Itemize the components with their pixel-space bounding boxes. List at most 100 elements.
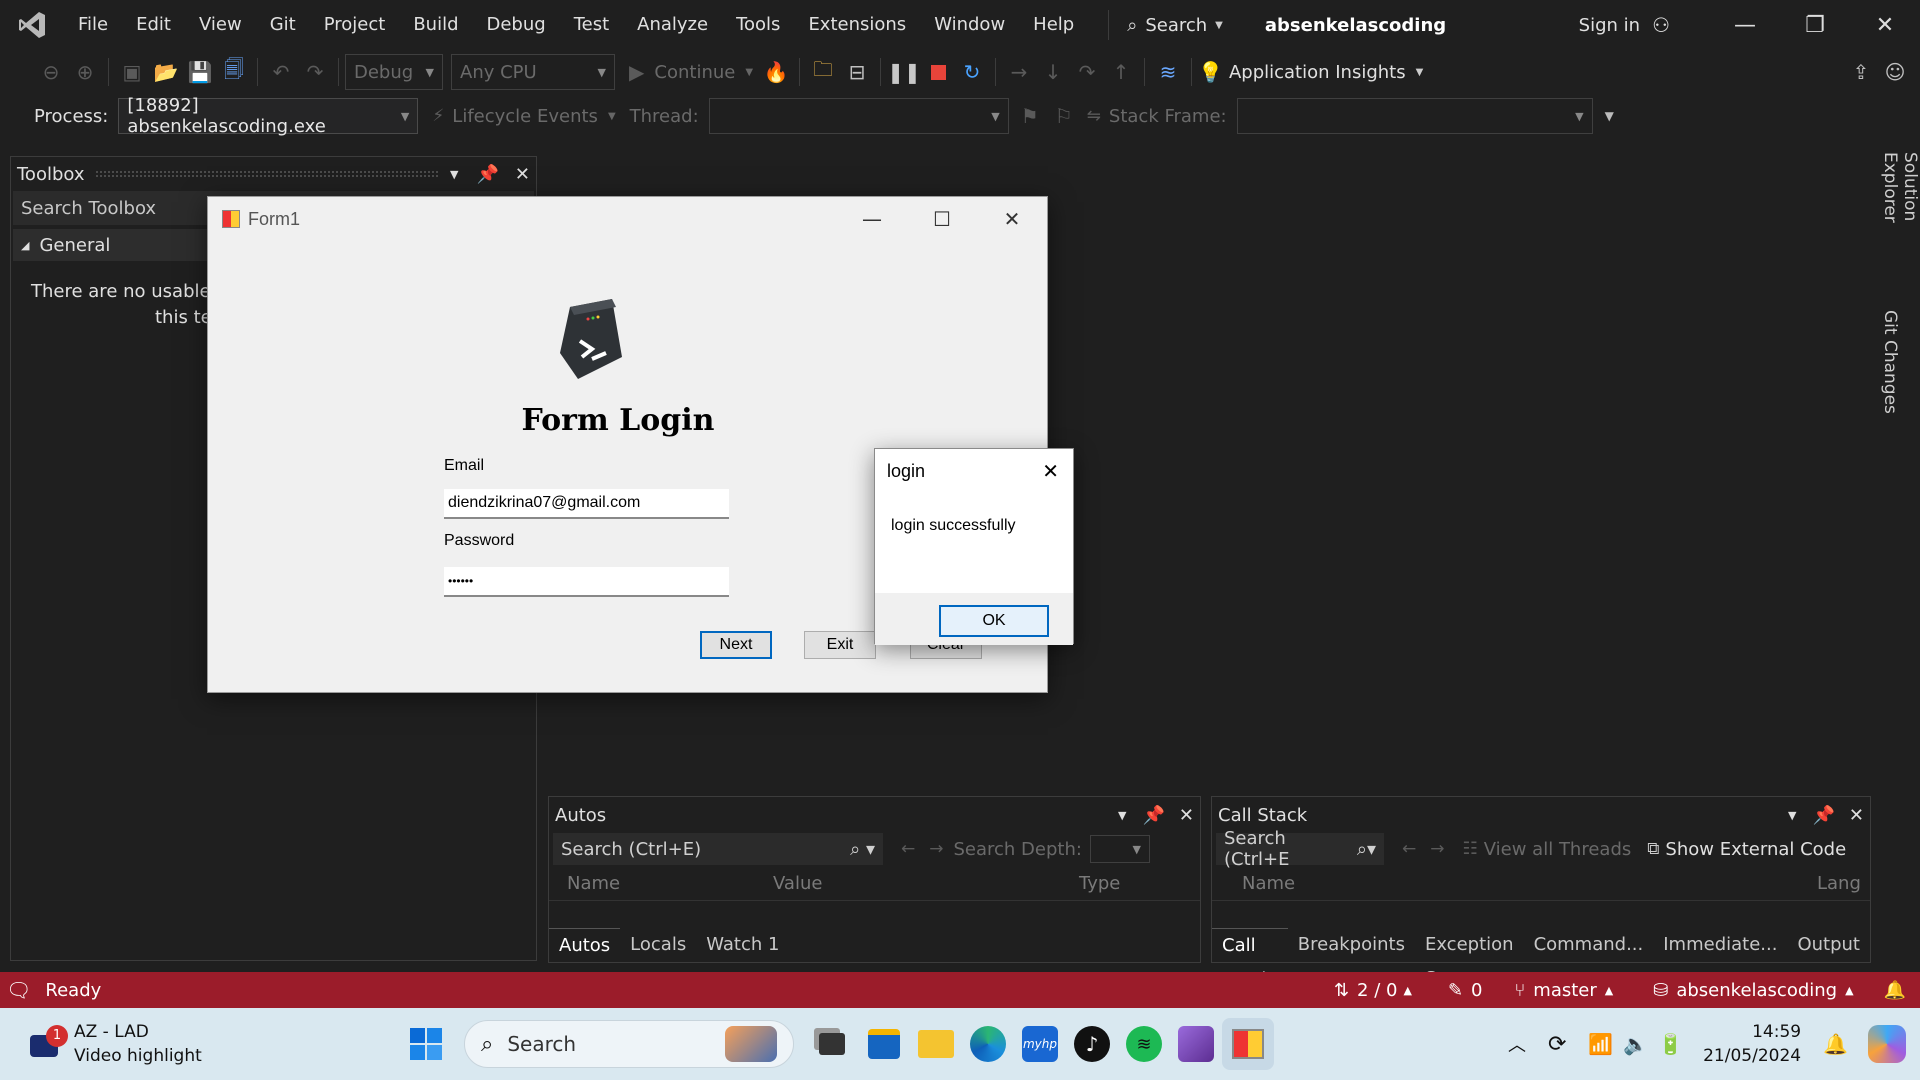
back-icon[interactable]: ⊖ xyxy=(34,55,68,89)
sign-in-link[interactable]: Sign in xyxy=(1579,15,1640,36)
arrow-left-icon[interactable]: ← xyxy=(901,839,915,859)
pin-icon[interactable]: 📌 xyxy=(1812,805,1834,826)
stop-icon[interactable] xyxy=(921,55,955,89)
view-all-threads-button[interactable]: View all Threads xyxy=(1484,839,1632,860)
password-field[interactable]: •••••• xyxy=(444,567,729,597)
stack-frame-dropdown[interactable]: ▼ xyxy=(1236,98,1593,134)
email-field[interactable]: diendzikrina07@gmail.com xyxy=(444,489,729,519)
arrow-left-icon[interactable]: ← xyxy=(1402,839,1416,859)
tiktok-icon[interactable]: ♪ xyxy=(1066,1018,1118,1070)
form1-taskbar-icon[interactable] xyxy=(1222,1018,1274,1070)
menu-help[interactable]: Help xyxy=(1019,0,1088,50)
autos-search-input[interactable]: Search (Ctrl+E) ⌕ ▾ xyxy=(553,833,883,865)
tab-exception-s[interactable]: Exception S... xyxy=(1415,928,1524,989)
diagnostic-tools-icon[interactable]: ≋ xyxy=(1151,55,1185,89)
share-icon[interactable]: ⇪ xyxy=(1844,55,1878,89)
output-icon[interactable]: 🗨 xyxy=(6,978,31,1002)
close-icon[interactable]: ✕ xyxy=(1849,805,1864,826)
commits-count[interactable]: 2 / 0 xyxy=(1357,980,1397,1001)
platform-dropdown[interactable]: Any CPU ▼ xyxy=(451,54,615,90)
lifecycle-events-button[interactable]: ⚡ Lifecycle Events ▼ xyxy=(432,106,615,127)
search-box[interactable]: ⌕ Search ▼ xyxy=(1108,10,1223,40)
chevron-down-icon[interactable]: ▼ xyxy=(1788,809,1796,822)
pending-changes-count[interactable]: 0 xyxy=(1471,980,1482,1001)
type-column-header[interactable]: Type xyxy=(1079,873,1120,894)
edge-browser-icon[interactable] xyxy=(962,1018,1014,1070)
chevron-up-icon[interactable]: ︿ xyxy=(1508,1031,1526,1057)
sync-icon[interactable]: ⟳ xyxy=(1548,1032,1566,1057)
show-external-code-button[interactable]: Show External Code xyxy=(1665,839,1846,860)
feedback-icon[interactable]: ☺ xyxy=(1878,55,1912,89)
tab-immediate[interactable]: Immediate... xyxy=(1653,928,1787,962)
wifi-icon[interactable]: 📶 xyxy=(1588,1032,1613,1056)
undo-icon[interactable]: ↶ xyxy=(264,55,298,89)
value-column-header[interactable]: Value xyxy=(773,873,1079,894)
overflow-icon[interactable]: ▼ xyxy=(1605,109,1614,123)
pin-icon[interactable]: 📌 xyxy=(476,164,498,185)
layout-icon[interactable]: ⊟ xyxy=(840,55,874,89)
menu-extensions[interactable]: Extensions xyxy=(794,0,920,50)
form1-minimize-button[interactable]: — xyxy=(837,197,907,241)
menu-debug[interactable]: Debug xyxy=(473,0,560,50)
notification-bell-icon[interactable]: 🔔 xyxy=(1823,1032,1848,1056)
myhp-icon[interactable]: myhp xyxy=(1014,1018,1066,1070)
microsoft-store-icon[interactable] xyxy=(858,1018,910,1070)
spotify-icon[interactable]: ≋ xyxy=(1118,1018,1170,1070)
close-icon[interactable]: ✕ xyxy=(1042,459,1059,484)
account-icon[interactable]: ⚇ xyxy=(1652,13,1670,37)
name-column-header[interactable]: Name xyxy=(1242,873,1817,894)
pause-icon[interactable]: ❚❚ xyxy=(887,55,921,89)
chevron-down-icon[interactable]: ▼ xyxy=(450,168,458,181)
menu-analyze[interactable]: Analyze xyxy=(623,0,722,50)
task-view-icon[interactable] xyxy=(806,1018,858,1070)
language-column-header[interactable]: Lang xyxy=(1817,873,1861,894)
step-into-icon[interactable]: ↓ xyxy=(1036,55,1070,89)
visual-studio-taskbar-icon[interactable] xyxy=(1170,1018,1222,1070)
start-icon[interactable] xyxy=(400,1018,452,1070)
search-depth-dropdown[interactable]: ▼ xyxy=(1089,835,1150,863)
tab-autos[interactable]: Autos xyxy=(549,928,621,962)
solution-explorer-tab[interactable]: Solution Explorer xyxy=(1880,152,1920,292)
save-all-icon[interactable]: 🗐 xyxy=(217,55,251,89)
solution-config-dropdown[interactable]: Debug ▼ xyxy=(345,54,443,90)
arrow-right-icon[interactable]: → xyxy=(1430,839,1444,859)
form1-maximize-button[interactable]: ☐ xyxy=(907,197,977,241)
show-next-statement-icon[interactable]: → xyxy=(1002,55,1036,89)
pin-icon[interactable]: 📌 xyxy=(1142,805,1164,826)
browse-folder-icon[interactable]: 🗀 xyxy=(806,55,840,89)
battery-icon[interactable]: 🔋 xyxy=(1658,1032,1683,1056)
menu-view[interactable]: View xyxy=(185,0,256,50)
exit-button[interactable]: Exit xyxy=(804,631,876,659)
clock[interactable]: 14:59 21/05/2024 xyxy=(1703,1020,1801,1068)
step-out-icon[interactable]: ↑ xyxy=(1104,55,1138,89)
notification-bell-icon[interactable]: 🔔 xyxy=(1884,980,1906,1001)
copilot-icon[interactable] xyxy=(1868,1025,1906,1063)
ok-button[interactable]: OK xyxy=(939,605,1049,637)
application-insights-button[interactable]: 💡 Application Insights ▼ xyxy=(1198,60,1423,84)
tab-locals[interactable]: Locals xyxy=(620,928,696,962)
restart-icon[interactable]: ↻ xyxy=(955,55,989,89)
menu-window[interactable]: Window xyxy=(920,0,1019,50)
thread-dropdown[interactable]: ▼ xyxy=(708,98,1009,134)
next-button[interactable]: Next xyxy=(700,631,772,659)
chevron-down-icon[interactable]: ▼ xyxy=(1118,809,1126,822)
tab-breakpoints[interactable]: Breakpoints xyxy=(1288,928,1415,962)
flag-threads-icon[interactable]: ⚐ xyxy=(1047,99,1081,133)
menu-edit[interactable]: Edit xyxy=(122,0,185,50)
close-button[interactable]: ✕ xyxy=(1850,0,1920,50)
volume-icon[interactable]: 🔈 xyxy=(1623,1032,1648,1056)
name-column-header[interactable]: Name xyxy=(567,873,773,894)
weather-widget[interactable]: 1 AZ - LAD Video highlight xyxy=(26,1020,202,1068)
form1-close-button[interactable]: ✕ xyxy=(977,197,1047,241)
menu-project[interactable]: Project xyxy=(310,0,400,50)
step-over-icon[interactable]: ↷ xyxy=(1070,55,1104,89)
panel-grip[interactable] xyxy=(94,170,441,178)
menu-file[interactable]: File xyxy=(64,0,122,50)
tab-command[interactable]: Command... xyxy=(1524,928,1654,962)
visual-studio-logo-icon[interactable] xyxy=(0,0,64,50)
new-project-icon[interactable]: ▣ xyxy=(115,55,149,89)
open-file-icon[interactable]: 📂 xyxy=(149,55,183,89)
call-stack-search-input[interactable]: Search (Ctrl+E ⌕▾ xyxy=(1216,828,1384,870)
continue-button[interactable]: ▶ Continue ▼ xyxy=(629,60,753,84)
tab-call-stack[interactable]: Call Stack xyxy=(1212,928,1288,990)
